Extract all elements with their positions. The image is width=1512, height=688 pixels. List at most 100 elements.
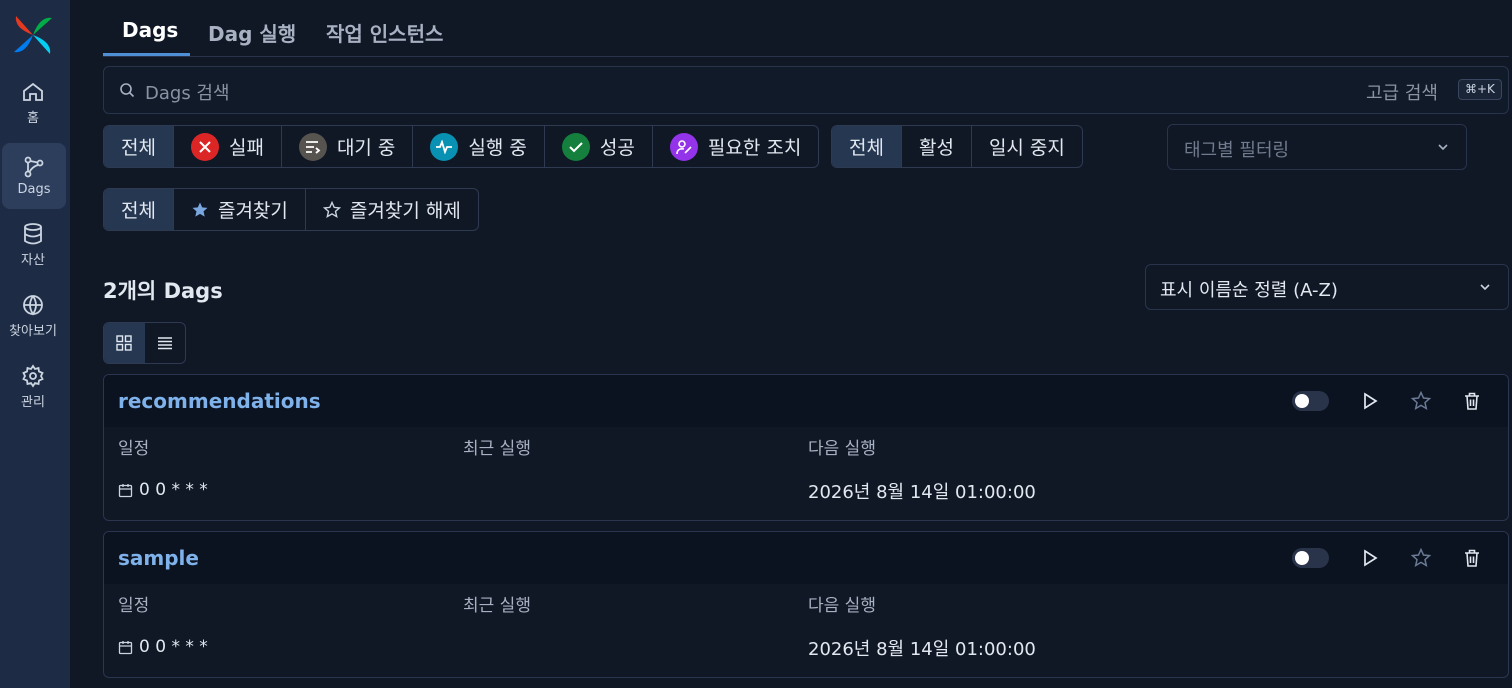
schedule-label: 일정 [118, 439, 150, 459]
nav-dags[interactable]: Dags [2, 143, 66, 209]
dag-name-link[interactable]: recommendations [118, 389, 321, 413]
chevron-down-icon [1480, 284, 1490, 291]
favorite-filter-group: 전체 즐겨찾기 즐겨찾기 해제 [103, 188, 479, 231]
paused-filter-paused-label: 일시 중지 [988, 137, 1065, 159]
state-filter-group: 전체 실패 대기 중 실행 중 성공 필요한 조치 [103, 125, 820, 168]
tab-task-instances[interactable]: 작업 인스턴스 [326, 18, 443, 47]
search-placeholder: Dags 검색 [145, 83, 230, 104]
state-filter-running[interactable]: 실행 중 [413, 126, 545, 167]
play-icon[interactable] [1359, 390, 1381, 412]
list-icon [157, 337, 172, 350]
favorite-filter-favorites-label: 즐겨찾기 [217, 200, 288, 222]
play-icon[interactable] [1359, 547, 1381, 569]
sidebar: 홈 Dags 자산 찾아보기 관리 [0, 0, 70, 688]
active-tab-indicator [103, 53, 190, 56]
gear-icon [22, 364, 44, 388]
dag-count: 2개의 Dags [103, 279, 223, 303]
advanced-search-button[interactable]: 고급 검색 [1366, 79, 1438, 105]
dag-card-header: recommendations [104, 375, 1508, 427]
chevron-down-icon [1438, 144, 1448, 151]
pause-toggle[interactable] [1292, 391, 1329, 411]
tag-filter-placeholder: 태그별 필터링 [1184, 140, 1290, 161]
card-view-button[interactable] [104, 323, 145, 363]
pulse-icon [430, 132, 459, 161]
nav-assets-label: 자산 [21, 253, 45, 268]
tag-filter-select[interactable]: 태그별 필터링 [1167, 124, 1467, 170]
state-filter-queued[interactable]: 대기 중 [282, 126, 414, 167]
globe-icon [23, 295, 43, 316]
nav-admin[interactable]: 관리 [0, 354, 66, 420]
nav-assets[interactable]: 자산 [0, 212, 66, 278]
dag-card-header: sample [104, 532, 1508, 584]
grid-icon [116, 335, 132, 351]
tab-bar: Dags Dag 실행 작업 인스턴스 [103, 0, 1509, 57]
tab-dags[interactable]: Dags [122, 18, 178, 42]
favorite-filter-unfavorited[interactable]: 즐겨찾기 해제 [306, 189, 478, 230]
trash-icon[interactable] [1461, 547, 1483, 569]
paused-filter-active-label: 활성 [918, 137, 954, 159]
paused-filter-all-label: 전체 [849, 137, 884, 159]
paused-filter-paused[interactable]: 일시 중지 [972, 126, 1082, 167]
paused-filter-active[interactable]: 활성 [902, 126, 972, 167]
nav-home-label: 홈 [27, 111, 39, 126]
state-filter-queued-label: 대기 중 [336, 137, 396, 159]
star-filled-icon [192, 202, 208, 217]
dags-icon [24, 156, 44, 178]
state-filter-running-label: 실행 중 [468, 137, 527, 159]
favorite-filter-unfavorited-label: 즐겨찾기 해제 [349, 200, 461, 222]
next-run-value: 2026년 8월 14일 01:00:00 [808, 639, 1036, 660]
schedule-value: 0 0 * * * [118, 637, 208, 657]
schedule-label: 일정 [118, 596, 150, 616]
star-outline-icon [322, 200, 341, 218]
pause-toggle[interactable] [1292, 548, 1329, 568]
x-icon [190, 132, 219, 161]
state-filter-all-label: 전체 [121, 137, 156, 159]
favorite-filter-all[interactable]: 전체 [104, 189, 174, 230]
schedule-cron: 0 0 * * * [139, 637, 208, 657]
trash-icon[interactable] [1461, 390, 1483, 412]
state-filter-failed-label: 실패 [228, 137, 264, 159]
dag-name-link[interactable]: sample [118, 546, 199, 570]
schedule-value: 0 0 * * * [118, 480, 208, 500]
nav-browse[interactable]: 찾아보기 [0, 283, 66, 349]
latest-run-label: 최근 실행 [463, 439, 531, 459]
database-icon [24, 223, 42, 245]
main-content: Dags Dag 실행 작업 인스턴스 Dags 검색 고급 검색 ⌘+K 전체… [70, 0, 1512, 688]
search-icon [120, 83, 135, 98]
nav-admin-label: 관리 [21, 395, 45, 410]
star-outline-icon[interactable] [1410, 547, 1432, 569]
airflow-logo[interactable] [12, 14, 54, 56]
next-run-value: 2026년 8월 14일 01:00:00 [808, 482, 1036, 503]
search-input[interactable]: Dags 검색 고급 검색 ⌘+K [103, 66, 1509, 114]
sort-select[interactable]: 표시 이름순 정렬 (A-Z) [1145, 264, 1509, 310]
check-icon [561, 132, 590, 161]
search-shortcut: ⌘+K [1458, 79, 1502, 100]
star-outline-icon[interactable] [1410, 390, 1432, 412]
state-filter-action-required-label: 필요한 조치 [707, 137, 802, 159]
state-filter-success-label: 성공 [599, 137, 635, 159]
state-filter-action-required[interactable]: 필요한 조치 [653, 126, 818, 167]
next-run-label: 다음 실행 [808, 439, 876, 459]
next-run-label: 다음 실행 [808, 596, 876, 616]
latest-run-label: 최근 실행 [463, 596, 531, 616]
state-filter-success[interactable]: 성공 [545, 126, 653, 167]
sort-selected-value: 표시 이름순 정렬 (A-Z) [1160, 280, 1338, 301]
nav-home[interactable]: 홈 [0, 70, 66, 136]
home-icon [23, 82, 43, 101]
view-toggle [103, 322, 186, 364]
state-filter-failed[interactable]: 실패 [174, 126, 282, 167]
paused-filter-group: 전체 활성 일시 중지 [831, 125, 1083, 168]
dag-card: sample 일정 최근 실행 다음 실행 0 0 * * * 2026년 8월… [103, 531, 1509, 678]
state-filter-all[interactable]: 전체 [104, 126, 174, 167]
calendar-icon [118, 483, 133, 497]
schedule-cron: 0 0 * * * [139, 480, 208, 500]
dag-card: recommendations 일정 최근 실행 다음 실행 0 0 * * *… [103, 374, 1509, 521]
nav-dags-label: Dags [17, 182, 51, 197]
paused-filter-all[interactable]: 전체 [832, 126, 902, 167]
favorite-filter-all-label: 전체 [121, 200, 156, 222]
favorite-filter-favorites[interactable]: 즐겨찾기 [174, 189, 306, 230]
calendar-icon [118, 640, 133, 654]
queue-icon [298, 132, 327, 161]
tab-dag-runs[interactable]: Dag 실행 [208, 18, 296, 47]
list-view-button[interactable] [145, 323, 186, 363]
